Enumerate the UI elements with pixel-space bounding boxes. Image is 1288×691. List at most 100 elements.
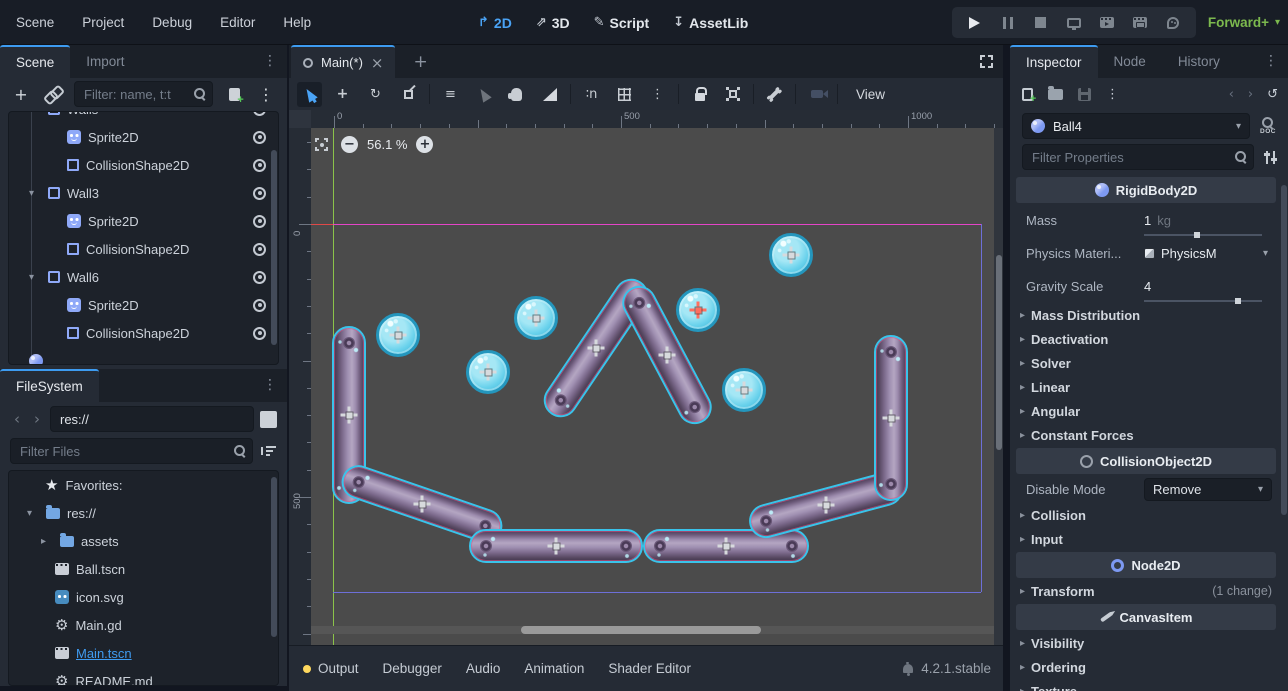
property-value[interactable]: 1kg	[1144, 213, 1276, 228]
profiler-button[interactable]	[1164, 14, 1182, 32]
movie-maker-button[interactable]	[1098, 14, 1116, 32]
scene-tree-row-walls[interactable]: ▾Walls	[9, 111, 278, 123]
add-node-button[interactable]: +	[10, 83, 32, 105]
file-row-assets[interactable]: ▸assets	[9, 527, 278, 555]
scene-tree-row-sprite2d[interactable]: Sprite2D	[9, 123, 278, 151]
save-resource-icon[interactable]	[1078, 88, 1091, 101]
menu-editor[interactable]: Editor	[220, 15, 255, 30]
group-deactivation[interactable]: ▸Deactivation	[1016, 327, 1276, 351]
visibility-eye-icon[interactable]	[253, 327, 266, 340]
notifications-bell-icon[interactable]	[903, 664, 913, 673]
property-value[interactable]: PhysicsM▾	[1144, 246, 1276, 261]
tab-history[interactable]: History	[1162, 45, 1236, 78]
visibility-eye-icon[interactable]	[253, 159, 266, 172]
ball-node-selected[interactable]	[676, 288, 720, 332]
scene-tree-row[interactable]	[9, 347, 278, 365]
scene-tree-scrollbar[interactable]	[271, 140, 277, 360]
zoom-level[interactable]: 56.1 %	[367, 137, 407, 152]
group-solver[interactable]: ▸Solver	[1016, 351, 1276, 375]
nav-forward-icon[interactable]: ›	[30, 410, 44, 428]
property-value[interactable]: Remove▾	[1144, 478, 1276, 501]
scene-tree-row-sprite2d[interactable]: Sprite2D	[9, 291, 278, 319]
bottom-tab-animation[interactable]: Animation	[524, 661, 584, 676]
inspector-options-icon[interactable]	[1264, 151, 1276, 164]
resource-menu-icon[interactable]: ⋮	[1106, 87, 1119, 102]
scene-tree-row-sprite2d[interactable]: Sprite2D	[9, 207, 278, 235]
scene-filter-input[interactable]	[74, 81, 213, 107]
file-filter-input[interactable]	[10, 438, 253, 464]
tool-ruler[interactable]	[537, 82, 562, 107]
tool-list-select[interactable]: ≡	[438, 82, 463, 107]
scene-tree-row-wall3[interactable]: ▾Wall3	[9, 179, 278, 207]
collapse-arrow-icon[interactable]: ▾	[29, 188, 41, 199]
center-view-icon[interactable]	[315, 138, 328, 151]
tab-filesystem[interactable]: FileSystem	[0, 369, 99, 402]
group-linear[interactable]: ▸Linear	[1016, 375, 1276, 399]
fullscreen-icon[interactable]	[980, 55, 993, 68]
wall-capsule[interactable]	[643, 529, 809, 563]
group-collision[interactable]: ▸Collision	[1016, 503, 1276, 527]
grid-snap-toggle[interactable]	[612, 82, 637, 107]
stop-button[interactable]	[1032, 14, 1050, 32]
bottom-tab-debugger[interactable]: Debugger	[383, 661, 442, 676]
inspector-scrollbar[interactable]	[1281, 180, 1287, 660]
scene-tree-row-wall6[interactable]: ▾Wall6	[9, 263, 278, 291]
visibility-eye-icon[interactable]	[253, 187, 266, 200]
open-docs-icon[interactable]: DOC	[1260, 117, 1276, 135]
context-script[interactable]: ✎Script	[594, 15, 650, 31]
wall-capsule[interactable]	[469, 529, 643, 563]
scene-tree-menu-button[interactable]: ⋮	[255, 83, 277, 105]
node-selector[interactable]: Ball4 ▾	[1022, 113, 1250, 139]
value-text[interactable]: 4	[1144, 279, 1151, 294]
menu-debug[interactable]: Debug	[152, 15, 192, 30]
history-forward-icon[interactable]: ›	[1248, 87, 1253, 102]
pause-button[interactable]	[999, 14, 1017, 32]
tab-import[interactable]: Import	[70, 45, 140, 78]
group-mass-distribution[interactable]: ▸Mass Distribution	[1016, 303, 1276, 327]
file-row-main-tscn[interactable]: Main.tscn	[9, 639, 278, 667]
property-filter-input[interactable]	[1022, 144, 1254, 170]
slider-handle[interactable]	[1235, 298, 1241, 304]
slider-handle[interactable]	[1194, 232, 1200, 238]
snap-options-menu[interactable]: ⋮	[645, 82, 670, 107]
bottom-tab-shader-editor[interactable]: Shader Editor	[608, 661, 691, 676]
history-back-icon[interactable]: ‹	[1229, 87, 1234, 102]
new-resource-icon[interactable]	[1022, 88, 1033, 101]
visibility-eye-icon[interactable]	[253, 215, 266, 228]
visibility-eye-icon[interactable]	[253, 131, 266, 144]
file-row-main-gd[interactable]: ⚙Main.gd	[9, 611, 278, 639]
nav-back-icon[interactable]: ‹	[10, 410, 24, 428]
collapse-arrow-icon[interactable]: ▾	[27, 508, 39, 519]
tab-scene[interactable]: Scene	[0, 45, 70, 78]
visibility-eye-icon[interactable]	[253, 111, 266, 116]
ball-node[interactable]	[376, 313, 420, 357]
tool-scale[interactable]	[396, 82, 421, 107]
bottom-tab-output[interactable]: Output	[303, 661, 359, 676]
ball-node[interactable]	[514, 296, 558, 340]
value-slider[interactable]	[1144, 300, 1262, 302]
scene-tree-row-collisionshape2d[interactable]: CollisionShape2D	[9, 319, 278, 347]
close-icon[interactable]: ×	[371, 54, 384, 72]
file-row-readme-md[interactable]: ⚙README.md	[9, 667, 278, 686]
context-2d[interactable]: ↱2D	[478, 15, 512, 31]
filesystem-menu-icon[interactable]: ⋮	[263, 377, 277, 393]
group-visibility[interactable]: ▸Visibility	[1016, 631, 1276, 655]
value-slider[interactable]	[1144, 234, 1262, 236]
file-row-ball-tscn[interactable]: Ball.tscn	[9, 555, 278, 583]
bottom-tab-audio[interactable]: Audio	[466, 661, 501, 676]
group-ordering[interactable]: ▸Ordering	[1016, 655, 1276, 679]
tool-rotate[interactable]: ↻	[363, 82, 388, 107]
tool-pan[interactable]	[504, 82, 529, 107]
ball-node[interactable]	[466, 350, 510, 394]
sort-files-icon[interactable]	[263, 445, 277, 457]
2d-viewport-canvas[interactable]: − 56.1 % +	[311, 128, 1003, 645]
visibility-eye-icon[interactable]	[253, 299, 266, 312]
group-input[interactable]: ▸Input	[1016, 527, 1276, 551]
visibility-eye-icon[interactable]	[253, 243, 266, 256]
view-menu[interactable]: View	[846, 87, 895, 102]
camera-override-button[interactable]	[804, 82, 829, 107]
group-angular[interactable]: ▸Angular	[1016, 399, 1276, 423]
menu-help[interactable]: Help	[283, 15, 311, 30]
tab-node[interactable]: Node	[1098, 45, 1162, 78]
lock-selected-button[interactable]	[687, 82, 712, 107]
